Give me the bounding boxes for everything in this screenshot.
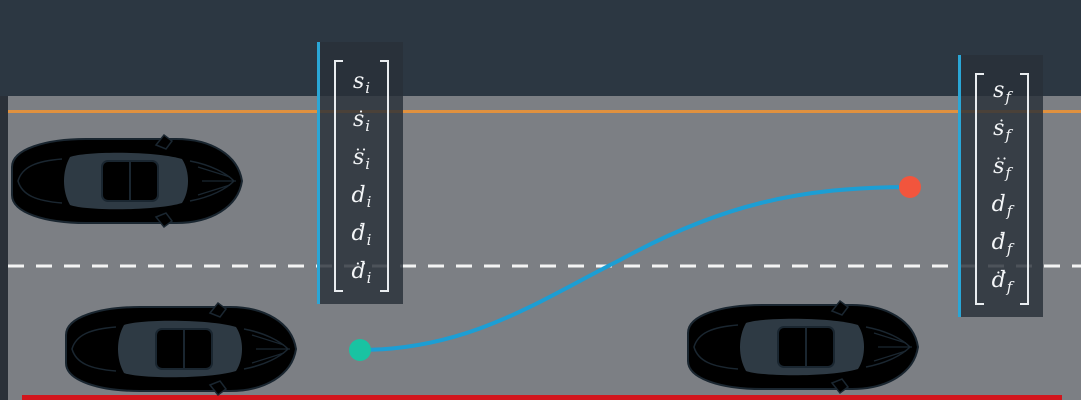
left-edge-strip [0,96,8,400]
d-dot-final: · df [991,225,1013,258]
other-car-left [11,134,243,228]
road-edge-line [8,110,1081,113]
bottom-red-bar [22,395,1062,400]
background-sky [0,0,1081,96]
final-state-vector: sf · sf ·· sf df · df ·· df [958,55,1043,317]
s-dot-initial: · si [352,102,371,135]
d-initial: di [351,183,372,212]
d-final: df [991,192,1013,221]
other-car-right [687,300,919,394]
d-ddot-initial: ·· di [351,254,372,287]
initial-state-vector: si · si ·· si di · di ·· di [317,42,403,304]
s-final: sf [993,78,1011,107]
d-ddot-final: ·· df [991,263,1013,296]
s-ddot-final: ·· sf [993,149,1011,182]
ego-car [65,302,297,396]
s-initial: si [352,69,371,98]
road-scene [0,0,1081,400]
goal-point [899,176,921,198]
s-dot-final: · sf [993,111,1011,144]
d-dot-initial: · di [351,216,372,249]
s-ddot-initial: ·· si [352,140,371,173]
start-point [349,339,371,361]
